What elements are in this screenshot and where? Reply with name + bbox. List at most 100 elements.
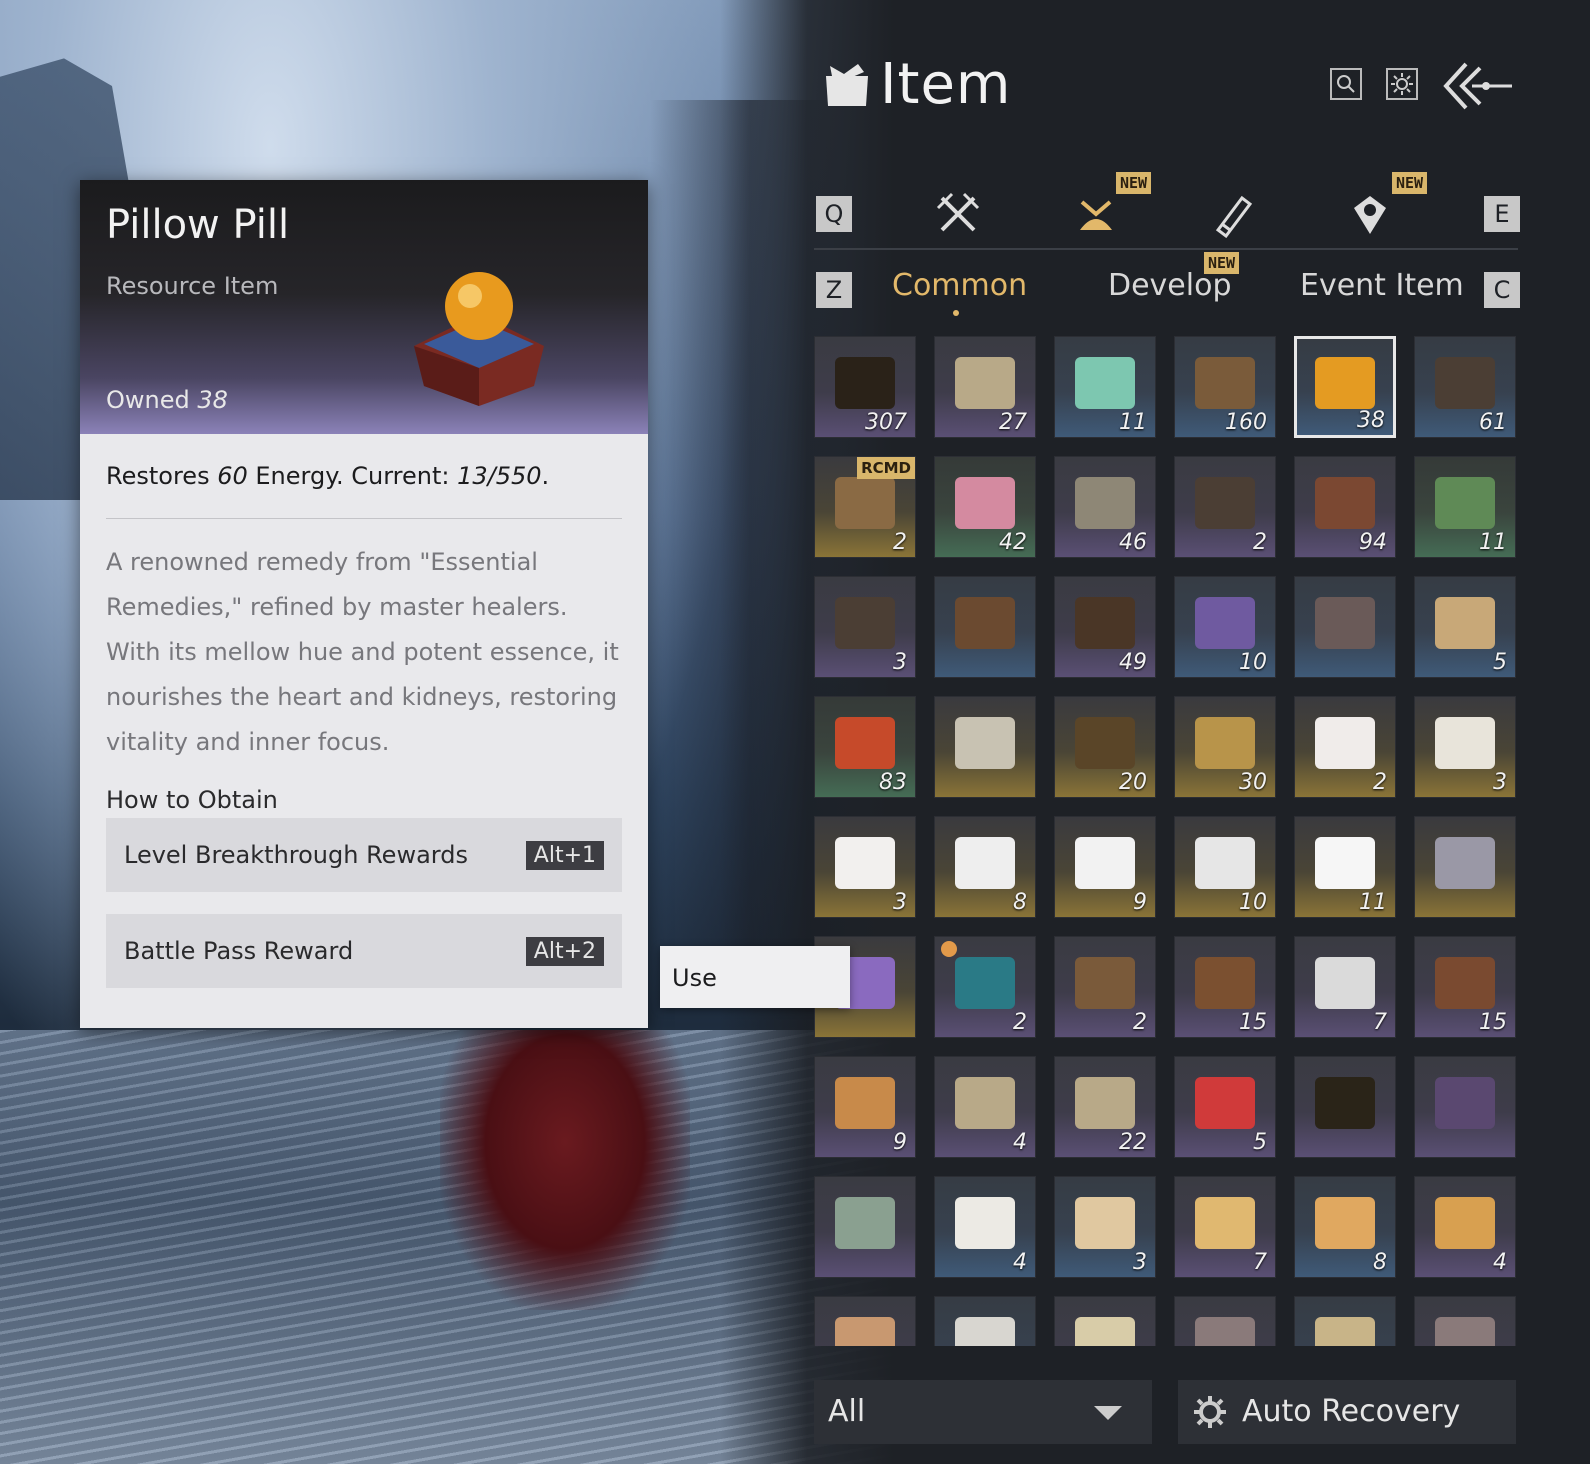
item-slot[interactable]: 46 [1054,456,1156,558]
filter-dropdown[interactable]: All [814,1380,1152,1444]
item-slot[interactable]: 42 [934,456,1036,558]
item-slot[interactable]: 7 [1294,936,1396,1038]
item-slot[interactable] [1294,1056,1396,1158]
item-quantity: 5 [1493,650,1507,675]
tab-event-item[interactable]: Event Item [1300,268,1464,303]
gear-icon [1391,73,1413,95]
item-icon [1315,1197,1375,1249]
item-slot[interactable]: 11 [1054,336,1156,438]
tab-common[interactable]: Common [892,268,1027,303]
item-slot[interactable]: 15 [1174,936,1276,1038]
item-slot[interactable]: 160 [1174,336,1276,438]
next-category-key[interactable]: E [1484,196,1520,232]
item-icon [1195,1077,1255,1129]
item-slot[interactable]: 2 [934,936,1036,1038]
item-slot[interactable]: 4 [934,1176,1036,1278]
item-slot[interactable] [814,1296,916,1346]
prev-tab-key[interactable]: Z [816,272,852,308]
item-slot[interactable]: 22 [1054,1056,1156,1158]
settings-button[interactable] [1386,68,1418,100]
item-icon [1435,1317,1495,1346]
item-slot[interactable] [1294,576,1396,678]
item-slot[interactable] [1414,1056,1516,1158]
item-slot[interactable]: 3 [814,576,916,678]
item-icon [955,597,1015,649]
item-slot[interactable] [934,696,1036,798]
item-slot[interactable]: 5 [1414,576,1516,678]
item-quantity: 94 [1359,530,1387,555]
item-slot[interactable] [1174,1296,1276,1346]
next-tab-key[interactable]: C [1484,272,1520,308]
item-quantity: 11 [1359,890,1387,915]
item-slot[interactable]: 15 [1414,936,1516,1038]
auto-recovery-button[interactable]: Auto Recovery [1178,1380,1516,1444]
item-slot[interactable]: 10 [1174,816,1276,918]
item-icon [1315,717,1375,769]
source-level-breakthrough[interactable]: Level Breakthrough Rewards Alt+1 [106,818,622,892]
item-slot[interactable]: 4 [934,1056,1036,1158]
panel-title: Item [880,52,1012,117]
item-slot[interactable]: 7 [1174,1176,1276,1278]
item-icon [1435,717,1495,769]
back-button[interactable] [1442,60,1514,112]
item-slot[interactable] [814,1176,916,1278]
item-slot[interactable]: 8 [934,816,1036,918]
prev-category-key[interactable]: Q [816,196,852,232]
divider [106,518,622,519]
item-slot[interactable]: 9 [1054,816,1156,918]
item-slot[interactable]: 38 [1294,336,1396,438]
item-slot[interactable]: 94 [1294,456,1396,558]
item-icon [1075,1077,1135,1129]
item-icon [835,357,895,409]
item-slot[interactable]: 9 [814,1056,916,1158]
item-slot[interactable]: 3 [1414,696,1516,798]
item-slot[interactable] [1054,1296,1156,1346]
item-slot[interactable]: 4 [1414,1176,1516,1278]
item-slot[interactable] [934,1296,1036,1346]
item-slot[interactable]: 11 [1414,456,1516,558]
item-slot[interactable]: RCMD 2 [814,456,916,558]
item-slot[interactable]: 8 [1294,1176,1396,1278]
item-slot[interactable]: 49 [1054,576,1156,678]
character-figure [440,1030,690,1310]
item-slot[interactable]: 2 [1294,696,1396,798]
item-slot[interactable]: 2 [1174,456,1276,558]
item-quantity: 4 [1013,1130,1027,1155]
gem-category-icon[interactable] [1346,190,1394,238]
scroll-category-icon[interactable] [1208,190,1256,238]
item-icon [1315,477,1375,529]
item-slot[interactable]: 3 [814,816,916,918]
effect-text: Energy. Current: [247,462,458,490]
item-slot[interactable] [934,576,1036,678]
item-icon [1195,1317,1255,1346]
item-slot[interactable]: 11 [1294,816,1396,918]
owned-value: 38 [197,386,228,414]
item-slot[interactable] [1414,1296,1516,1346]
item-slot[interactable]: 83 [814,696,916,798]
item-slot[interactable] [1294,1296,1396,1346]
use-button[interactable]: Use [660,946,850,1008]
item-icon [955,1317,1015,1346]
effect-text: Restores [106,462,218,490]
item-slot[interactable]: 307 [814,336,916,438]
items-category-icon[interactable] [1072,190,1120,238]
item-icon [955,477,1015,529]
item-slot[interactable]: 30 [1174,696,1276,798]
item-quantity: 46 [1119,530,1147,555]
item-slot[interactable]: 5 [1174,1056,1276,1158]
item-icon [1075,357,1135,409]
item-slot[interactable]: 10 [1174,576,1276,678]
item-slot[interactable]: 3 [1054,1176,1156,1278]
rcmd-badge: RCMD [857,457,915,479]
item-type: Resource Item [106,272,279,300]
gear-icon [1194,1396,1226,1428]
item-slot[interactable]: 2 [1054,936,1156,1038]
item-quantity: 5 [1253,1130,1267,1155]
item-slot[interactable]: 20 [1054,696,1156,798]
weapons-category-icon[interactable] [934,190,982,238]
item-slot[interactable] [1414,816,1516,918]
source-battle-pass[interactable]: Battle Pass Reward Alt+2 [106,914,622,988]
item-slot[interactable]: 61 [1414,336,1516,438]
item-slot[interactable]: 27 [934,336,1036,438]
search-button[interactable] [1330,68,1362,100]
